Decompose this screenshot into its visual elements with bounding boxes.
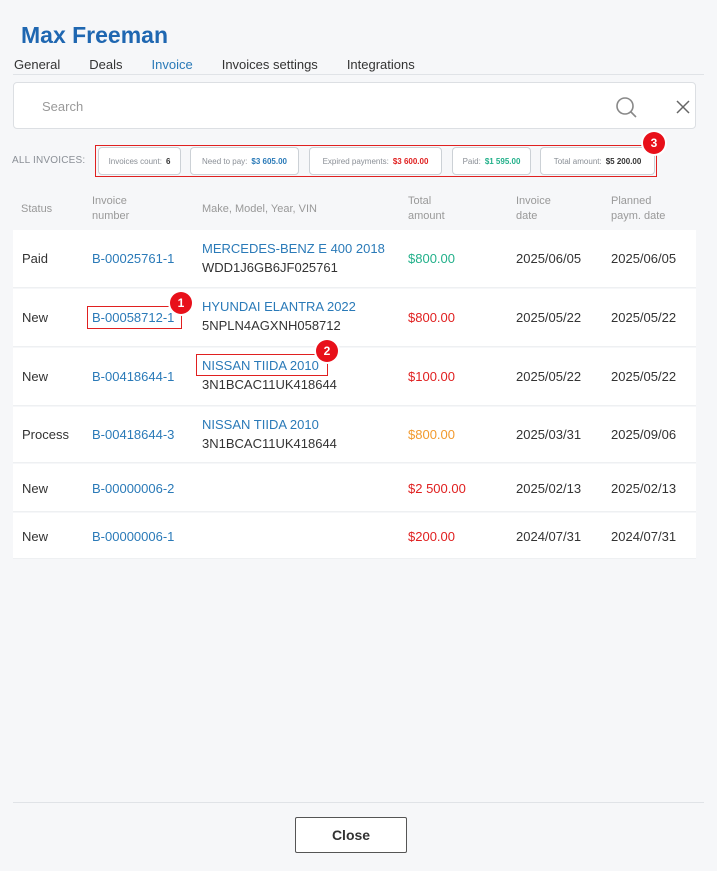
table-row[interactable]: Paid B-00025761-1 MERCEDES-BENZ E 400 20… (13, 230, 696, 288)
row-planned-date: 2025/02/13 (611, 481, 677, 496)
col-invoice-number: Invoice number (92, 194, 129, 224)
row-status: New (22, 481, 49, 496)
col-invoice-date: Invoice date (516, 194, 551, 224)
row-invoice-date: 2025/03/31 (516, 427, 582, 442)
total-amount-chip: Total amount: $5 200.00 (540, 147, 655, 175)
invoices-count-value: 6 (165, 156, 171, 166)
row-status: Process (22, 427, 69, 442)
col-invoice-date-line1: Invoice (516, 195, 551, 207)
col-total-amount-line2: amount (408, 210, 445, 222)
col-invoice-date-line2: date (516, 210, 538, 222)
need-to-pay-value: $3 605.00 (251, 156, 287, 166)
row-invoice-date: 2025/05/22 (516, 310, 582, 325)
row-planned-date: 2025/09/06 (611, 427, 677, 442)
tab-invoices-settings[interactable]: Invoices settings (222, 57, 318, 75)
invoices-count-chip: Invoices count: 6 (98, 147, 181, 175)
total-amount-label: Total amount: (553, 156, 602, 166)
vehicle-vin: 5NPLN4AGXNH058712 (202, 318, 341, 333)
paid-label: Paid: (462, 156, 481, 166)
search-icon[interactable] (615, 96, 637, 118)
search-input[interactable] (42, 95, 582, 117)
invoices-count-label: Invoices count: (108, 156, 162, 166)
annotation-marker-1: 1 (170, 292, 192, 314)
col-vehicle: Make, Model, Year, VIN (202, 203, 317, 215)
col-total-amount-line1: Total (408, 195, 432, 207)
expired-payments-label: Expired payments: (322, 156, 389, 166)
all-invoices-label: ALL INVOICES: (12, 155, 86, 166)
row-planned-date: 2025/05/22 (611, 310, 677, 325)
vehicle-link[interactable]: HYUNDAI ELANTRA 2022 (202, 297, 356, 316)
paid-chip: Paid: $1 595.00 (452, 147, 531, 175)
row-amount: $800.00 (408, 251, 455, 266)
vehicle-vin: WDD1J6GB6JF025761 (202, 260, 338, 275)
annotation-marker-3: 3 (643, 132, 665, 154)
row-amount: $200.00 (408, 529, 455, 544)
row-invoice-date: 2025/02/13 (516, 481, 582, 496)
col-planned-date-line2: paym. date (611, 210, 666, 222)
col-total-amount: Total amount (408, 194, 445, 224)
row-amount: $2 500.00 (408, 481, 466, 496)
invoice-number-link[interactable]: B-00025761-1 (92, 249, 174, 268)
table-row[interactable]: New B-00418644-1 NISSAN TIIDA 2010 3N1BC… (13, 348, 696, 406)
row-invoice-date: 2024/07/31 (516, 529, 582, 544)
row-planned-date: 2025/05/22 (611, 369, 677, 384)
invoice-number-link[interactable]: B-00000006-2 (92, 479, 174, 498)
row-amount: $800.00 (408, 427, 455, 442)
annotation-marker-2: 2 (316, 340, 338, 362)
row-invoice-date: 2025/06/05 (516, 251, 582, 266)
table-row[interactable]: New B-00000006-1 $200.00 2024/07/31 2024… (13, 513, 696, 559)
row-amount: $800.00 (408, 310, 455, 325)
row-status: New (22, 369, 49, 384)
total-amount-value: $5 200.00 (605, 156, 642, 166)
row-status: New (22, 310, 49, 325)
row-planned-date: 2024/07/31 (611, 529, 677, 544)
tab-bar: General Deals Invoice Invoices settings … (14, 57, 444, 75)
tab-general[interactable]: General (14, 57, 60, 75)
close-icon[interactable] (673, 97, 693, 117)
paid-value: $1 595.00 (484, 156, 521, 166)
need-to-pay-chip: Need to pay: $3 605.00 (190, 147, 299, 175)
search-box (13, 82, 696, 129)
row-status: New (22, 529, 49, 544)
tabs-divider (13, 74, 704, 75)
vehicle-link[interactable]: MERCEDES-BENZ E 400 2018 (202, 239, 385, 258)
vehicle-vin: 3N1BCAC11UK418644 (202, 436, 337, 451)
invoice-number-link[interactable]: B-00418644-1 (92, 367, 174, 386)
tab-integrations[interactable]: Integrations (347, 57, 415, 75)
need-to-pay-label: Need to pay: (202, 156, 248, 166)
table-row[interactable]: New B-00000006-2 $2 500.00 2025/02/13 20… (13, 464, 696, 512)
col-invoice-number-line1: Invoice (92, 195, 127, 207)
invoice-number-link[interactable]: B-00000006-1 (92, 527, 174, 546)
expired-payments-chip: Expired payments: $3 600.00 (309, 147, 442, 175)
highlight-vehicle (196, 354, 328, 376)
row-amount: $100.00 (408, 369, 455, 384)
vehicle-link[interactable]: NISSAN TIIDA 2010 (202, 415, 319, 434)
col-invoice-number-line2: number (92, 210, 130, 222)
vehicle-vin: 3N1BCAC11UK418644 (202, 377, 337, 392)
close-button[interactable]: Close (295, 817, 407, 853)
row-invoice-date: 2025/05/22 (516, 369, 582, 384)
tab-deals[interactable]: Deals (89, 57, 122, 75)
expired-payments-value: $3 600.00 (392, 156, 429, 166)
highlight-invoice-number (87, 306, 182, 329)
footer-divider (13, 802, 704, 803)
col-planned-date: Planned paym. date (611, 194, 665, 224)
row-status: Paid (22, 251, 49, 266)
invoice-number-link[interactable]: B-00418644-3 (92, 425, 174, 444)
col-status: Status (21, 203, 53, 215)
col-planned-date-line1: Planned (611, 195, 652, 207)
tab-invoice[interactable]: Invoice (151, 57, 193, 75)
row-planned-date: 2025/06/05 (611, 251, 677, 266)
page-title: Max Freeman (21, 22, 169, 48)
table-row[interactable]: Process B-00418644-3 NISSAN TIIDA 2010 3… (13, 407, 696, 463)
